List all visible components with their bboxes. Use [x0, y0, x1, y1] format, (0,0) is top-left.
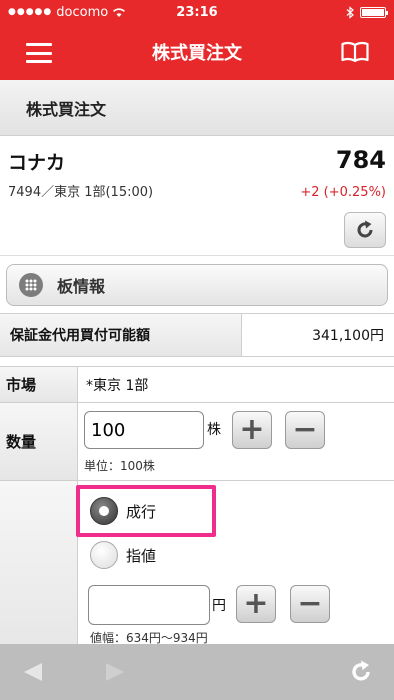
stock-info: コナカ 7494／東京 1部(15:00) 784 +2 (+0.25%)	[0, 136, 394, 256]
refresh-icon	[357, 220, 373, 238]
market-value: *東京 1部	[86, 377, 149, 394]
price-change: +2 (+0.25%)	[300, 185, 386, 200]
price-unit: 円	[212, 598, 226, 614]
status-icons	[236, 5, 388, 19]
market-order-label: 成行	[126, 502, 157, 521]
nav-title: 株式買注文	[152, 43, 242, 64]
quantity-unit: 株	[207, 422, 221, 438]
radio-unselected-icon	[90, 541, 118, 569]
page-title: 株式買注文	[0, 80, 394, 136]
quantity-label: 数量	[0, 403, 78, 480]
order-type-row: 成行 指値 円 + − 値幅：634円〜934円	[0, 481, 394, 657]
nav-bar: 株式買注文	[0, 24, 394, 80]
quantity-row: 数量 株 + − 単位：100株	[0, 403, 394, 481]
market-row: 市場 *東京 1部	[0, 367, 394, 403]
stock-name: コナカ	[8, 152, 66, 174]
price-minus-button[interactable]: −	[290, 585, 330, 623]
refresh-button[interactable]	[344, 212, 386, 248]
plus-icon: +	[239, 412, 265, 447]
forward-arrow-icon[interactable]	[104, 661, 126, 683]
carrier-area: ●●●●● docomo	[8, 5, 158, 20]
signal-dots: ●●●●●	[8, 7, 53, 17]
buying-power-value: 341,100円	[312, 328, 384, 344]
radio-selected-icon	[90, 497, 118, 525]
battery-icon	[360, 6, 388, 18]
quantity-plus-button[interactable]: +	[232, 411, 272, 449]
stock-price: 784	[335, 146, 386, 174]
buying-power-row: 保証金代用買付可能額 341,100円	[0, 313, 394, 357]
status-bar: ●●●●● docomo 23:16	[0, 0, 394, 24]
grid-icon	[19, 273, 43, 297]
unit-note: 単位：100株	[84, 459, 155, 473]
menu-icon	[26, 43, 52, 46]
buying-power-label: 保証金代用買付可能額	[0, 314, 242, 356]
plus-icon: +	[243, 586, 269, 621]
browser-toolbar	[0, 644, 394, 700]
bluetooth-icon	[346, 5, 354, 19]
back-arrow-icon[interactable]	[22, 661, 44, 683]
market-label: 市場	[0, 367, 78, 402]
reload-icon[interactable]	[348, 659, 374, 685]
limit-order-label: 指値	[126, 546, 157, 565]
stock-code-market: 7494／東京 1部(15:00)	[8, 185, 154, 200]
quantity-minus-button[interactable]: −	[285, 411, 325, 449]
quantity-input[interactable]	[84, 411, 204, 449]
limit-order-radio[interactable]: 指値	[90, 541, 156, 569]
carrier-name: docomo	[56, 4, 109, 20]
order-form: 市場 *東京 1部 数量 株 + − 単位：100株 成行 指	[0, 366, 394, 657]
market-order-radio[interactable]: 成行	[76, 485, 216, 537]
price-plus-button[interactable]: +	[236, 585, 276, 623]
book-icon[interactable]	[340, 40, 370, 64]
minus-icon: −	[297, 586, 323, 621]
order-board-label: 板情報	[57, 277, 106, 296]
wifi-icon	[113, 7, 126, 17]
limit-price-input[interactable]	[88, 585, 210, 625]
menu-button[interactable]	[26, 43, 52, 63]
order-type-label	[0, 481, 78, 657]
clock: 23:16	[176, 4, 218, 20]
minus-icon: −	[292, 412, 318, 447]
order-board-button[interactable]: 板情報	[6, 264, 388, 306]
